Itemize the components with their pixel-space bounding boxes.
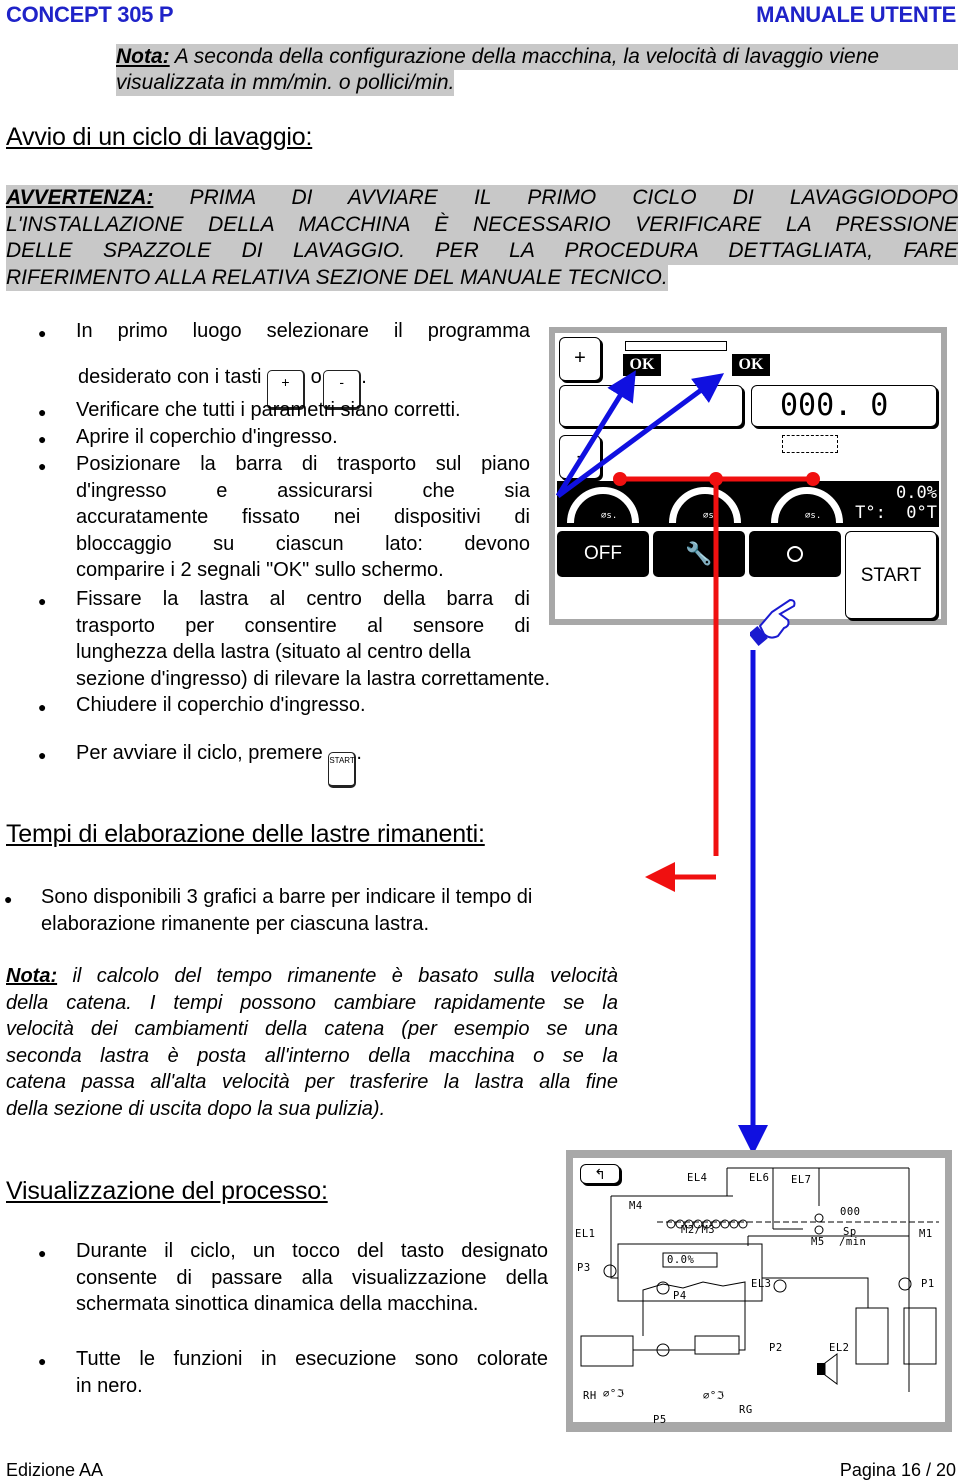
footer-edition: Edizione AA [6, 1460, 104, 1480]
label-m2m3: M2/M3 [681, 1224, 716, 1236]
label-m5: M5 [811, 1236, 825, 1248]
note-remaining-time: Nota: il calcolo del tempo rimanente è b… [6, 963, 618, 1122]
label-el7: EL7 [791, 1174, 812, 1186]
label-p4: P4 [673, 1290, 687, 1302]
label-el3: EL3 [751, 1278, 772, 1290]
label-p5: P5 [653, 1414, 667, 1426]
label-el6: EL6 [749, 1172, 770, 1184]
bullet-icon: ● [38, 1245, 47, 1261]
process-bullet-2-line-2: in nero. [76, 1374, 143, 1397]
note2-line-5: catena passa all'alta velocità per trasf… [6, 1071, 618, 1093]
note2-line-6: della sezione di uscita dopo la sua puli… [6, 1097, 386, 1120]
note2-line-1: Nota: il calcolo del tempo rimanente è b… [6, 963, 618, 990]
label-el2: EL2 [829, 1342, 850, 1354]
synoptic-screenshot: ↰ EL4 EL6 EL7 M4 M2/M3 000 Sp /min M5 EL… [566, 1150, 952, 1432]
remaining-times-line-1: Sono disponibili 3 grafici a barre per i… [41, 886, 533, 908]
label-counter: 000 [840, 1206, 861, 1218]
label-temp-1: ⌀°ℑ [603, 1388, 625, 1400]
footer-page-number: Pagina 16 / 20 [839, 1460, 956, 1480]
red-dot [806, 472, 820, 486]
label-el4: EL4 [687, 1172, 708, 1184]
section-title-remaining-times: Tempi di elaborazione delle lastre riman… [6, 820, 485, 848]
process-bullet-2-line-1: Tutte le funzioni in esecuzione sono col… [76, 1348, 548, 1370]
label-m4: M4 [629, 1200, 643, 1212]
process-bullet-1-line-3: schermata sinottica dinamica della macch… [76, 1293, 479, 1315]
speaker-icon [817, 1363, 825, 1375]
pointing-hand-icon [750, 598, 796, 646]
bullet-icon: ● [38, 1353, 47, 1369]
label-rh: RH [583, 1390, 597, 1402]
process-bullet-1-line-2: consente di passare alla visualizzazione… [76, 1266, 548, 1289]
label-rg: RG [739, 1404, 753, 1416]
section-title-process-view: Visualizzazione del processo: [6, 1177, 328, 1205]
note2-line-2: della catena. I tempi possono cambiare r… [6, 991, 618, 1014]
red-dot [613, 472, 627, 486]
note2-text-1: il calcolo del tempo rimanente è basato … [57, 965, 618, 987]
note2-label: Nota: [6, 965, 58, 987]
note2-line-4: seconda lastra è posta all'interno della… [6, 1044, 618, 1067]
label-p1: P1 [921, 1278, 935, 1290]
remaining-times-line-2: elaborazione rimanente per ciascuna last… [41, 912, 429, 935]
process-bullet-1-line-1: Durante il ciclo, un tocco del tasto des… [76, 1240, 548, 1262]
synoptic-diagram [580, 1167, 939, 1392]
label-el1: EL1 [575, 1228, 596, 1240]
note2-line-3: velocità dei cambiamenti della catena (p… [6, 1018, 618, 1040]
bullet-icon: ● [4, 891, 13, 907]
synoptic-display: ↰ EL4 EL6 EL7 M4 M2/M3 000 Sp /min M5 EL… [573, 1158, 945, 1426]
label-percent: 0.0% [667, 1254, 695, 1266]
label-p2: P2 [769, 1342, 783, 1354]
label-m1: M1 [919, 1228, 933, 1240]
label-p3: P3 [577, 1262, 591, 1274]
label-per-min: /min [839, 1236, 867, 1248]
label-temp-2: ⌀°ℑ [703, 1390, 725, 1402]
